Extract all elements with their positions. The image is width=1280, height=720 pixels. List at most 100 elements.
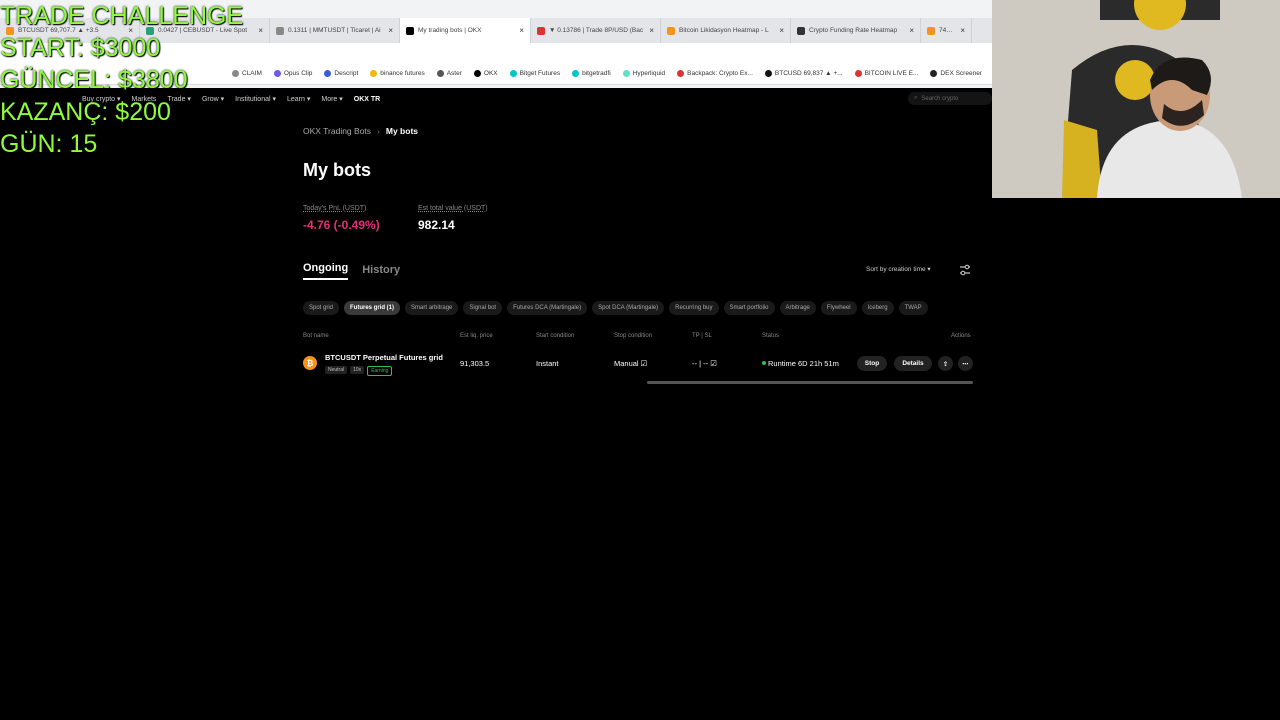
bookmark-label: DEX Screener xyxy=(940,70,982,77)
bookmark-favicon-icon xyxy=(764,70,772,77)
status-dot xyxy=(762,361,766,365)
col-status: Status xyxy=(762,333,780,339)
bookmark-item[interactable]: Bitget Futures xyxy=(509,70,560,77)
pnl-stat: Today's PnL (USDT) -4.76 (-0.49%) xyxy=(303,205,380,232)
nav-institutional[interactable]: Institutional ▾ xyxy=(235,95,276,103)
bookmark-item[interactable]: DEX Screener xyxy=(930,70,982,77)
nav-learn[interactable]: Learn ▾ xyxy=(287,95,310,103)
bookmark-label: Descript xyxy=(334,70,359,77)
bookmark-favicon-icon xyxy=(273,70,281,77)
browser-tab[interactable]: Crypto Funding Rate Heatmap × xyxy=(791,18,921,43)
bookmark-label: Opus Clip xyxy=(283,70,313,77)
bookmark-item[interactable]: bitgetradfi xyxy=(572,70,611,77)
bookmark-label: BTCUSD 69,837 ▲ +... xyxy=(774,70,843,77)
stop-condition[interactable]: Manual ☑ xyxy=(614,359,647,368)
close-icon[interactable]: × xyxy=(960,26,965,35)
bookmark-label: CLAIM xyxy=(242,70,262,77)
tab-ongoing[interactable]: Ongoing xyxy=(303,262,349,280)
browser-tab[interactable]: 74,190.6 | BTC × xyxy=(921,18,972,43)
badge-leverage: 10x xyxy=(350,366,365,374)
filter-chip[interactable]: Futures grid (1) xyxy=(344,301,401,315)
bookmark-item[interactable]: Aster xyxy=(436,70,462,77)
bookmark-item[interactable]: Hyperliquid xyxy=(622,70,666,77)
browser-tab[interactable]: My trading bots | OKX × xyxy=(400,18,531,43)
pnl-label[interactable]: Today's PnL (USDT) xyxy=(303,205,380,212)
filter-chip[interactable]: Smart portfolio xyxy=(723,301,775,315)
nav-grow[interactable]: Grow ▾ xyxy=(202,95,224,103)
bookmark-favicon-icon xyxy=(324,70,332,77)
filter-chip[interactable]: Arbitrage xyxy=(779,301,816,315)
liq-price: 91,303.5 xyxy=(460,359,490,368)
tab-favicon-icon xyxy=(537,26,545,35)
bookmark-item[interactable]: Opus Clip xyxy=(273,70,313,77)
nav-more[interactable]: More ▾ xyxy=(321,95,342,103)
start-condition: Instant xyxy=(536,359,559,368)
browser-tab[interactable]: ▼ 0.13786 | Trade 8P/USD (Bac × xyxy=(531,18,661,43)
browser-tab[interactable]: Bitcoin Likidasyon Heatmap - L × xyxy=(661,18,791,43)
filter-chip[interactable]: Iceberg xyxy=(861,301,894,315)
sort-dropdown[interactable]: Sort by creation time ▾ xyxy=(866,265,931,273)
runtime-status: Runtime 6D 21h 51m xyxy=(768,359,839,368)
nav-okx-tr[interactable]: OKX TR xyxy=(354,96,380,103)
bookmark-item[interactable]: BITCOIN LIVE E... xyxy=(854,70,919,77)
breadcrumb-my-bots: My bots xyxy=(385,126,419,136)
bookmark-item[interactable]: OKX xyxy=(473,70,498,77)
filter-icon[interactable] xyxy=(958,263,972,277)
filter-chip[interactable]: Signal bot xyxy=(463,301,503,315)
bookmark-label: Hyperliquid xyxy=(632,70,666,77)
browser-tab[interactable]: 0.1311 | MMTUSDT | Ticaret | Ai × xyxy=(270,18,400,43)
total-value: 982.14 xyxy=(418,218,455,232)
overlay-title: TRADE CHALLENGE xyxy=(0,2,244,30)
col-actions: Actions xyxy=(951,333,971,339)
total-value-label[interactable]: Est total value (USDT) xyxy=(418,205,488,212)
close-icon[interactable]: × xyxy=(649,26,654,35)
filter-chip[interactable]: TWAP xyxy=(898,301,928,315)
close-icon[interactable]: × xyxy=(519,26,524,35)
bookmark-item[interactable]: CLAIM xyxy=(232,70,262,77)
bookmark-label: Aster xyxy=(446,70,462,77)
webcam-image xyxy=(992,0,1280,198)
details-button[interactable]: Details xyxy=(894,356,932,371)
bookmark-item[interactable]: BTCUSD 69,837 ▲ +... xyxy=(764,70,843,77)
bookmark-label: BITCOIN LIVE E... xyxy=(864,70,919,77)
bookmark-favicon-icon xyxy=(622,70,630,77)
bot-tabs: Ongoing History xyxy=(303,262,414,280)
bookmark-favicon-icon xyxy=(677,70,685,77)
tab-label: Crypto Funding Rate Heatmap xyxy=(809,27,898,34)
chevron-right-icon: › xyxy=(377,126,380,136)
badge-earning: Earning xyxy=(367,366,393,376)
more-options-icon[interactable]: ⋯ xyxy=(958,356,973,371)
close-icon[interactable]: × xyxy=(258,26,263,35)
bookmark-label: binance futures xyxy=(380,70,425,77)
breadcrumb-trading-bots[interactable]: OKX Trading Bots xyxy=(303,126,371,136)
tab-favicon-icon xyxy=(667,26,675,35)
bookmark-item[interactable]: Backpack: Crypto Ex... xyxy=(677,70,753,77)
filter-chip[interactable]: Recurring buy xyxy=(669,301,719,315)
bookmark-label: Backpack: Crypto Ex... xyxy=(687,70,753,77)
filter-chip[interactable]: Futures DCA (Martingale) xyxy=(507,301,588,315)
horizontal-scrollbar[interactable] xyxy=(647,381,973,384)
filter-chip[interactable]: Smart arbitrage xyxy=(405,301,459,315)
bot-name[interactable]: BTCUSDT Perpetual Futures grid xyxy=(325,353,443,362)
tp-sl[interactable]: -- | -- ☑ xyxy=(692,359,717,368)
bookmark-favicon-icon xyxy=(473,70,481,77)
filter-chip[interactable]: Spot grid xyxy=(303,301,340,315)
col-stop-condition: Stop condition xyxy=(614,333,653,339)
close-icon[interactable]: × xyxy=(909,26,914,35)
filter-chip[interactable]: Flywheel xyxy=(820,301,857,315)
bookmark-favicon-icon xyxy=(509,70,517,77)
close-icon[interactable]: × xyxy=(388,26,393,35)
share-icon[interactable]: ⇪ xyxy=(938,356,953,371)
bookmark-favicon-icon xyxy=(930,70,938,77)
tab-favicon-icon xyxy=(927,26,935,35)
filter-chip[interactable]: Spot DCA (Martingale) xyxy=(592,301,665,315)
search-input[interactable]: ⌕ Search crypto xyxy=(908,92,992,105)
close-icon[interactable]: × xyxy=(779,26,784,35)
bookmark-label: bitgetradfi xyxy=(582,70,611,77)
tab-history[interactable]: History xyxy=(362,264,400,280)
breadcrumb: OKX Trading Bots › My bots xyxy=(303,126,418,136)
bookmark-label: OKX xyxy=(483,70,498,77)
bookmark-item[interactable]: Descript xyxy=(324,70,358,77)
bookmark-item[interactable]: binance futures xyxy=(370,70,425,77)
stop-button[interactable]: Stop xyxy=(857,356,887,371)
